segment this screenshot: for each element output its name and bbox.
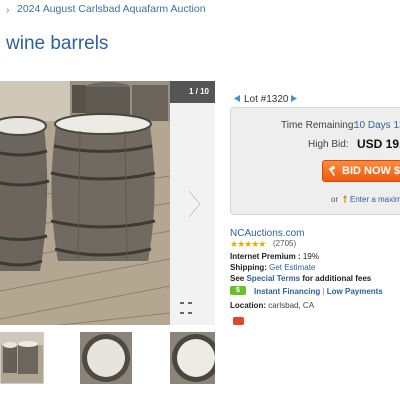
next-lot-arrow-icon[interactable] xyxy=(290,94,299,103)
financing-badge-icon: $ xyxy=(230,286,246,295)
wine-barrels-image xyxy=(0,81,170,325)
breadcrumb-separator: › xyxy=(6,4,10,16)
gavel-icon xyxy=(328,166,336,176)
lot-number: Lot #1320 xyxy=(244,94,289,105)
expand-icon[interactable] xyxy=(178,300,198,318)
page-title: wine barrels xyxy=(6,33,109,54)
special-terms-link[interactable]: Special Terms xyxy=(246,274,300,283)
seller-name-link[interactable]: NCAuctions.com xyxy=(230,228,304,239)
high-bid-value: USD 19.0 xyxy=(357,137,400,151)
rating-count-link[interactable]: (2705) xyxy=(273,239,296,248)
premium-value: 19% xyxy=(302,252,319,261)
low-payments-link[interactable]: Low Payments xyxy=(327,287,383,296)
location: Location: carlsbad, CA xyxy=(230,301,314,310)
thumbnail-1[interactable] xyxy=(0,332,44,384)
enter-max-bid-link[interactable]: Enter a maximu xyxy=(350,195,400,204)
high-bid-label: High Bid: xyxy=(308,139,349,150)
location-label: Location: xyxy=(230,301,266,310)
auction-lot-page: › 2024 August Carlsbad Aquafarm Auction … xyxy=(0,0,400,400)
premium-label: Internet Premium : xyxy=(230,252,301,261)
time-remaining-label: Time Remaining: xyxy=(281,120,357,131)
bid-now-label: BID NOW $ xyxy=(342,165,400,177)
or-text: or xyxy=(331,195,339,204)
rating-stars-icon: ★★★★★ xyxy=(230,239,266,249)
thumbnail-2[interactable] xyxy=(80,332,132,384)
shipping-estimate-link[interactable]: Get Estimate xyxy=(269,263,315,272)
next-photo-arrow-icon[interactable] xyxy=(184,188,204,220)
internet-premium: Internet Premium : 19% xyxy=(230,252,319,261)
shipping-label: Shipping: xyxy=(230,263,267,272)
photo-counter-box: 1 / 10 xyxy=(170,81,215,103)
max-bid-icon xyxy=(343,195,347,203)
financing-divider: | xyxy=(322,287,325,296)
breadcrumb-auction-link[interactable]: 2024 August Carlsbad Aquafarm Auction xyxy=(17,3,206,15)
instant-financing-link[interactable]: Instant Financing xyxy=(254,287,320,296)
thumbnail-3[interactable] xyxy=(170,332,215,384)
terms-prefix: See xyxy=(230,274,245,283)
time-remaining-value: 10 Days 13 xyxy=(354,120,400,131)
special-terms: See Special Terms for additional fees xyxy=(230,274,371,283)
bid-now-button[interactable]: BID NOW $ xyxy=(322,160,400,182)
flag-icon xyxy=(233,317,244,325)
shipping: Shipping: Get Estimate xyxy=(230,263,315,272)
breadcrumb: › 2024 August Carlsbad Aquafarm Auction xyxy=(0,0,400,20)
main-photo[interactable] xyxy=(0,81,170,325)
location-value: carlsbad, CA xyxy=(268,301,315,310)
financing: Instant Financing | Low Payments xyxy=(254,287,383,296)
previous-lot-arrow-icon[interactable] xyxy=(232,94,241,103)
terms-suffix: for additional fees xyxy=(302,274,372,283)
photo-counter: 1 / 10 xyxy=(188,87,209,96)
